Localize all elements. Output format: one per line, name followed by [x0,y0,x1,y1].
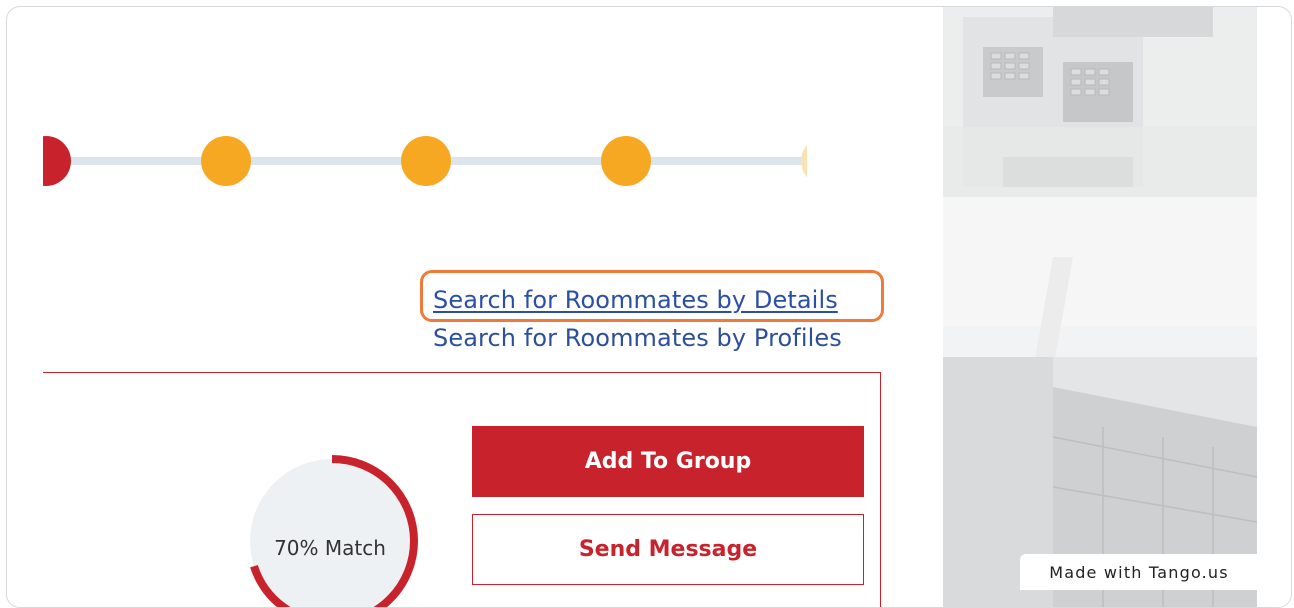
search-by-profiles-link[interactable]: Search for Roommates by Profiles [433,324,842,352]
stepper-step-4[interactable] [601,136,651,186]
progress-stepper [21,135,851,187]
match-ring-svg [246,455,418,607]
stepper-left-mask [7,127,43,197]
building-photo [943,7,1257,607]
building-illustration [943,7,1257,607]
tutorial-highlight [420,270,884,322]
add-to-group-button[interactable]: Add To Group [472,426,864,497]
tango-watermark: Made with Tango.us [1020,554,1258,590]
stepper-step-2[interactable] [201,136,251,186]
match-percentage-label: 70% Match [274,536,386,560]
stepper-right-mask [807,127,943,197]
page-frame: Search for Roommates by Details Search f… [6,6,1292,608]
match-progress-ring [243,452,421,607]
stepper-step-3[interactable] [401,136,451,186]
send-message-button[interactable]: Send Message [472,514,864,585]
